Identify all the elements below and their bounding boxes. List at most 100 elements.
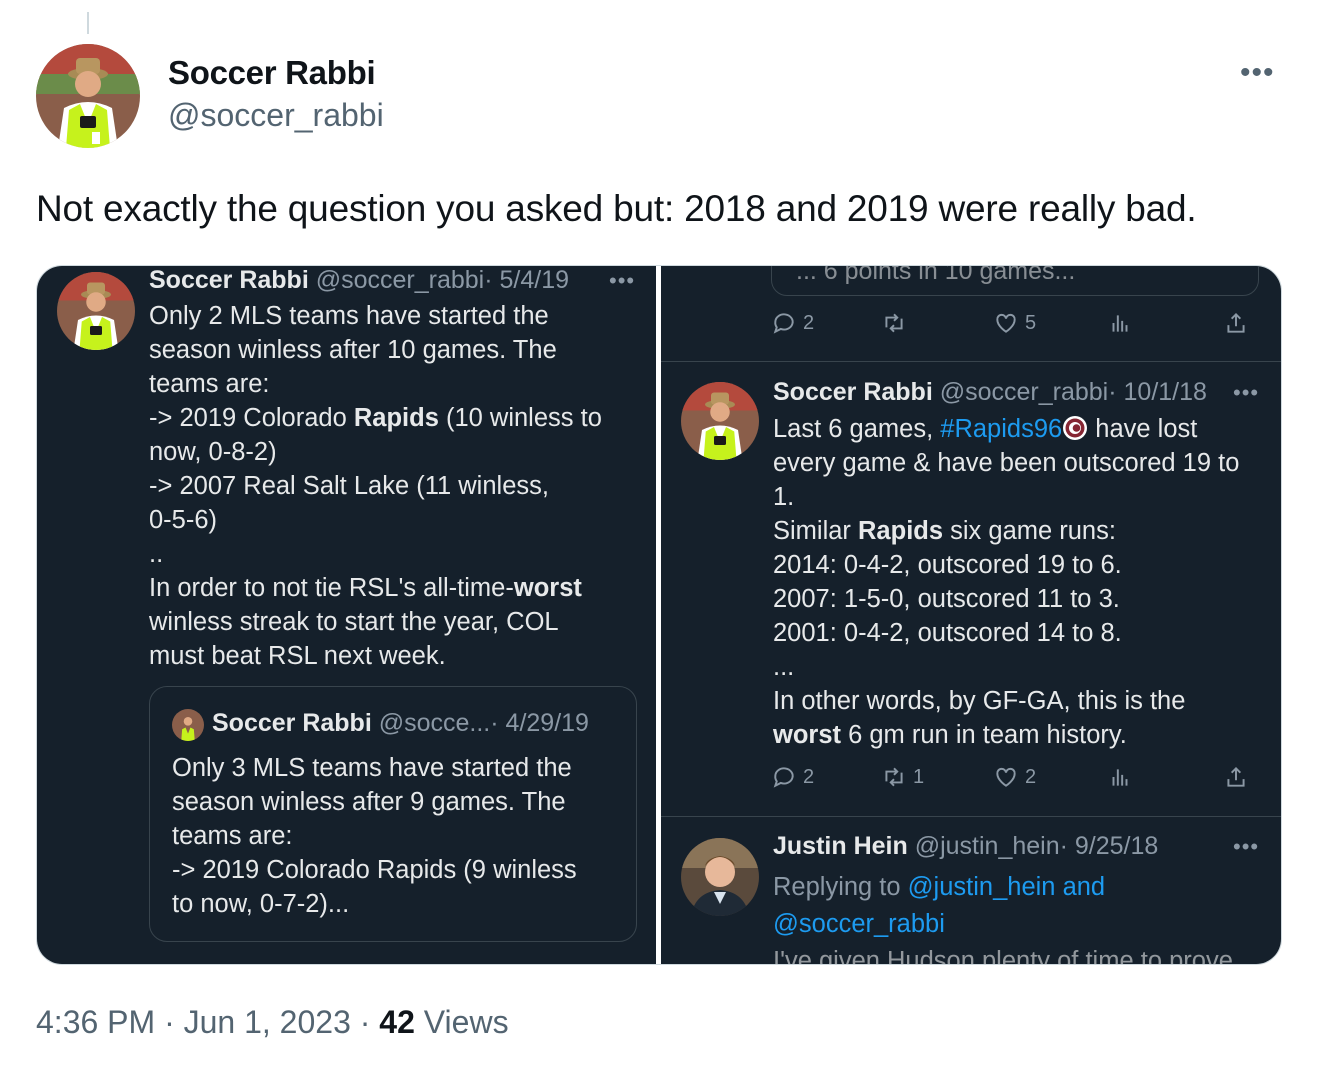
more-options-icon[interactable]: ••• (1233, 380, 1259, 406)
nested-author-name: Soccer Rabbi (212, 709, 372, 737)
text-span-bold: worst (773, 721, 842, 749)
tweet-date[interactable]: · 10/1/18 (1108, 378, 1207, 406)
text-span: Last 6 games, (773, 415, 941, 443)
nested-quote-card[interactable]: Soccer Rabbi @socce...· 4/29/19 Only 3 M… (149, 686, 637, 942)
text-line: ... (773, 653, 795, 681)
reply-button[interactable]: 2 (771, 764, 814, 790)
text-line: Only 2 MLS teams have started the (149, 302, 549, 330)
mention-link[interactable]: @justin_hein and (908, 873, 1105, 901)
nested-tweet-header: Soccer Rabbi @socce...· 4/29/19 (212, 709, 589, 738)
analytics-icon (1112, 315, 1128, 332)
text-span-bold: Rapids (858, 517, 944, 545)
tweet-author-avatar (681, 382, 759, 460)
more-options-icon[interactable]: ••• (609, 268, 635, 294)
author-name[interactable]: Soccer Rabbi (168, 54, 376, 92)
more-options-icon[interactable]: ••• (1240, 56, 1275, 90)
share-icon (1227, 312, 1245, 333)
text-line: 2001: 0-4-2, outscored 14 to 8. (773, 619, 1122, 647)
nested-author-avatar (172, 709, 204, 741)
like-count: 5 (1025, 311, 1037, 334)
text-span-bold: Rapids (353, 404, 439, 432)
views-button[interactable] (1107, 310, 1133, 336)
text-line: winless streak to start the year, COL (149, 608, 559, 636)
text-span: (10 winless to (438, 404, 602, 432)
divider (661, 816, 1281, 817)
text-span: In order to not tie RSL's all-time- (149, 574, 514, 602)
mention-link[interactable]: @soccer_rabbi (773, 906, 1233, 943)
text-line: Similar Rapids six game runs: (773, 514, 1239, 548)
tweet-meta: 4:36 PM · Jun 1, 2023 · 42 Views (36, 1004, 509, 1041)
action-bar: 2 1 2 (771, 764, 1251, 796)
tweet-author-handle[interactable]: @soccer_rabbi (940, 378, 1109, 406)
views-button[interactable] (1107, 764, 1133, 790)
quoted-author-avatar (57, 272, 135, 350)
screenshot-right-panel: ... 6 points in 10 games... 2 5 Soccer R… (661, 266, 1281, 964)
quoted-tweet-date[interactable]: · 5/4/19 (484, 266, 569, 294)
author-handle[interactable]: @soccer_rabbi (168, 97, 384, 134)
quoted-author-handle[interactable]: @soccer_rabbi (316, 266, 485, 294)
retweet-count: 1 (913, 765, 925, 788)
tweet-header: Soccer Rabbi @soccer_rabbi· 10/1/18 (773, 378, 1207, 407)
share-button[interactable] (1223, 764, 1249, 790)
nested-tweet-body: Only 3 MLS teams have started the season… (172, 751, 577, 921)
reply-author-avatar (681, 838, 759, 916)
reply-author-name[interactable]: Justin Hein (773, 832, 908, 860)
author-avatar[interactable] (36, 44, 140, 148)
text-line: In order to not tie RSL's all-time-worst (149, 571, 602, 605)
cut-off-text: ... 6 points in 10 games... (796, 266, 1076, 285)
share-icon (1227, 766, 1245, 787)
tweet-time[interactable]: 4:36 PM (36, 1004, 155, 1040)
reply-icon (773, 313, 794, 334)
rapids-emblem-icon (1063, 416, 1088, 440)
reply-date[interactable]: · 9/25/18 (1060, 832, 1159, 860)
cut-off-quote-card: ... 6 points in 10 games... (771, 266, 1259, 296)
text-line: teams are: (172, 822, 293, 850)
action-bar: 2 5 (771, 310, 1251, 342)
retweet-button[interactable] (881, 310, 907, 336)
separator-dot: · (359, 1004, 371, 1040)
like-button[interactable]: 2 (993, 764, 1036, 790)
text-line: -> 2007 Real Salt Lake (11 winless, (149, 472, 549, 500)
like-button[interactable]: 5 (993, 310, 1036, 336)
share-button[interactable] (1223, 310, 1249, 336)
more-options-icon[interactable]: ••• (1233, 834, 1259, 860)
separator-dot: · (164, 1004, 175, 1040)
nested-tweet-date: · 4/29/19 (490, 709, 589, 737)
text-line: every game & have been outscored 19 to (773, 449, 1240, 477)
heart-icon (996, 313, 1016, 333)
tweet-author-name[interactable]: Soccer Rabbi (773, 378, 933, 406)
hashtag-link[interactable]: #Rapids96 (940, 415, 1062, 443)
text-line: teams are: (149, 370, 270, 398)
tweet-body: Last 6 games, #Rapids96 have lost every … (773, 412, 1239, 752)
screenshot-left-panel: Soccer Rabbi @soccer_rabbi· 5/4/19 ••• O… (37, 266, 656, 964)
quoted-tweet-header: Soccer Rabbi @soccer_rabbi· 5/4/19 (149, 266, 569, 295)
heart-icon (996, 767, 1016, 787)
thread-connector-line (87, 12, 89, 34)
text-line: -> 2019 Colorado Rapids (10 winless to (149, 401, 602, 435)
reply-button[interactable]: 2 (771, 310, 814, 336)
tweet-date[interactable]: Jun 1, 2023 (184, 1004, 351, 1040)
text-span: -> 2019 Colorado (149, 404, 354, 432)
text-line: Only 3 MLS teams have started the (172, 754, 572, 782)
like-count: 2 (1025, 765, 1037, 788)
reply-author-handle[interactable]: @justin_hein (915, 832, 1060, 860)
text-line: Last 6 games, #Rapids96 have lost (773, 412, 1239, 446)
reply-count: 2 (803, 765, 815, 788)
reply-body: Replying to @justin_hein and @soccer_rab… (773, 869, 1233, 964)
text-line: Replying to @justin_hein and (773, 869, 1233, 906)
text-line: now, 0-8-2) (149, 438, 277, 466)
text-line: to now, 0-7-2)... (172, 890, 350, 918)
quoted-author-name[interactable]: Soccer Rabbi (149, 266, 309, 294)
text-span: Similar (773, 517, 859, 545)
text-line: season winless after 9 games. The (172, 788, 566, 816)
nested-author-handle: @socce... (378, 709, 491, 737)
text-line: season winless after 10 games. The (149, 336, 557, 364)
text-line: In other words, by GF-GA, this is the (773, 687, 1186, 715)
reply-header: Justin Hein @justin_hein· 9/25/18 (773, 832, 1158, 861)
text-span: 6 gm run in team history. (841, 721, 1127, 749)
retweet-icon (885, 313, 903, 333)
retweet-button[interactable]: 1 (881, 764, 924, 790)
attached-screenshot[interactable]: Soccer Rabbi @soccer_rabbi· 5/4/19 ••• O… (36, 265, 1282, 965)
text-line: 0-5-6) (149, 506, 218, 534)
text-line: worst 6 gm run in team history. (773, 718, 1239, 752)
